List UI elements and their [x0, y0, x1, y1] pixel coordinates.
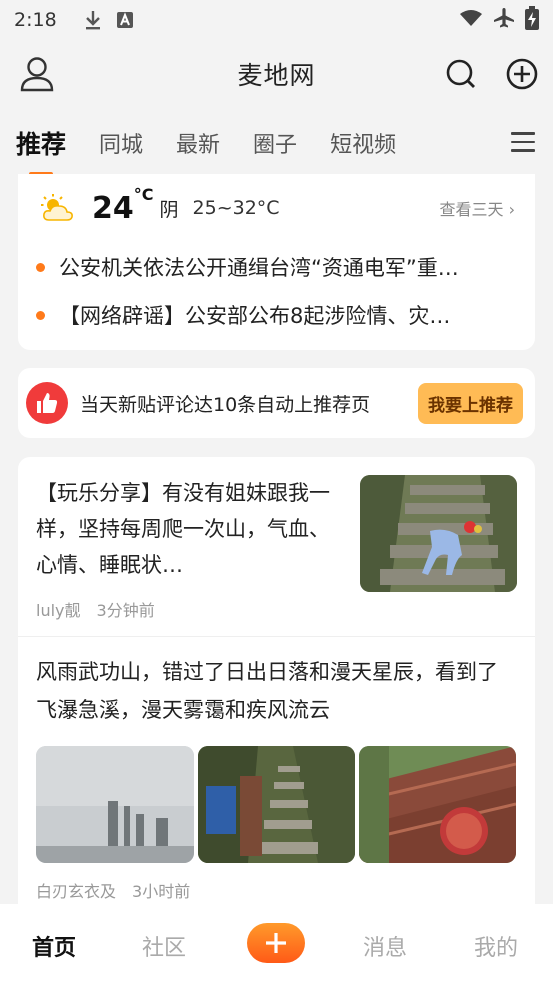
- bullet-dot: [36, 262, 45, 272]
- nav-home[interactable]: 首页: [32, 930, 76, 962]
- feed: 【玩乐分享】有没有姐妹跟我一样，坚持每周爬一次山，气血、心情、睡眠状… luly…: [18, 457, 535, 907]
- post-title: 【玩乐分享】有没有姐妹跟我一样，坚持每周爬一次山，气血、心情、睡眠状…: [36, 481, 330, 577]
- recommend-me-button[interactable]: 我要上推荐: [418, 382, 523, 424]
- status-bar: 2:18: [0, 0, 553, 40]
- tab-latest[interactable]: 最新: [176, 121, 220, 165]
- nav-profile[interactable]: 我的: [474, 930, 518, 962]
- post-meta: luly靓 3分钟前: [36, 597, 155, 621]
- weather-condition: 阴: [159, 198, 179, 221]
- tab-circles[interactable]: 圈子: [253, 121, 297, 165]
- thumbs-up-icon: [26, 382, 68, 424]
- app-title: 麦地网: [237, 61, 316, 90]
- category-tabs: 推荐 同城 最新 圈子 短视频: [0, 112, 553, 174]
- add-post-icon[interactable]: [506, 58, 538, 90]
- tab-local[interactable]: 同城: [99, 121, 143, 165]
- status-time: 2:18: [14, 9, 57, 31]
- post-meta: 白刃玄衣及 3小时前: [36, 878, 190, 902]
- nav-messages[interactable]: 消息: [363, 930, 407, 962]
- plus-icon: [266, 933, 286, 953]
- bottom-nav: 首页 社区 消息 我的: [0, 904, 553, 984]
- temperature-range: 25~32°C: [192, 197, 280, 219]
- status-icons: [459, 5, 539, 35]
- weather-row[interactable]: 24°C 阴 25~32°C 查看三天 ›: [40, 185, 516, 228]
- tab-recommend[interactable]: 推荐: [16, 119, 66, 167]
- post-author: luly靓: [36, 601, 81, 620]
- font-app-icon: [113, 8, 137, 32]
- promo-banner: 当天新贴评论达10条自动上推荐页 我要上推荐: [18, 368, 535, 438]
- nav-community[interactable]: 社区: [142, 930, 186, 962]
- post-author: 白刃玄衣及: [36, 882, 117, 901]
- post-item[interactable]: 【玩乐分享】有没有姐妹跟我一样，坚持每周爬一次山，气血、心情、睡眠状… luly…: [18, 457, 535, 637]
- battery-charging-icon: [525, 5, 539, 35]
- download-icon: [81, 8, 105, 32]
- promo-text: 当天新贴评论达10条自动上推荐页: [80, 393, 371, 416]
- three-day-forecast-link[interactable]: 查看三天 ›: [440, 196, 516, 220]
- news-item[interactable]: 【网络辟谣】公安部公布8起涉险情、灾…: [36, 298, 515, 332]
- wifi-icon: [459, 9, 483, 32]
- temperature-value: 24: [92, 190, 134, 226]
- tab-short-video[interactable]: 短视频: [330, 121, 396, 165]
- post-image-2: [198, 746, 355, 863]
- post-time: 3小时前: [132, 882, 191, 901]
- post-image-3: [359, 746, 516, 863]
- post-image-1: [36, 746, 194, 863]
- app-header: 麦地网: [0, 40, 553, 108]
- post-time: 3分钟前: [96, 601, 155, 620]
- app-screen: 2:18 麦地网 推荐 同城 最新 圈子 短视频 24°C 阴 25~32°C …: [0, 0, 553, 984]
- menu-icon[interactable]: [511, 132, 535, 152]
- post-title: 风雨武功山，错过了日出日落和漫天星辰，看到了飞瀑急溪，漫天雾霭和疾风流云: [36, 660, 498, 722]
- airplane-mode-icon: [493, 7, 515, 34]
- user-avatar-icon[interactable]: [20, 56, 54, 92]
- partly-cloudy-icon: [40, 193, 74, 223]
- news-headline: 【网络辟谣】公安部公布8起涉险情、灾…: [59, 304, 451, 328]
- publish-button[interactable]: [247, 923, 305, 963]
- news-headline: 公安机关依法公开通缉台湾“资通电军”重…: [59, 256, 459, 280]
- post-thumbnail: [360, 475, 517, 592]
- weather-news-card: 24°C 阴 25~32°C 查看三天 › 公安机关依法公开通缉台湾“资通电军”…: [18, 174, 535, 350]
- temperature-unit: °C: [133, 184, 154, 204]
- news-item[interactable]: 公安机关依法公开通缉台湾“资通电军”重…: [36, 250, 515, 284]
- bullet-dot: [36, 310, 45, 320]
- temperature: 24°C: [92, 185, 154, 226]
- search-icon[interactable]: [445, 58, 477, 90]
